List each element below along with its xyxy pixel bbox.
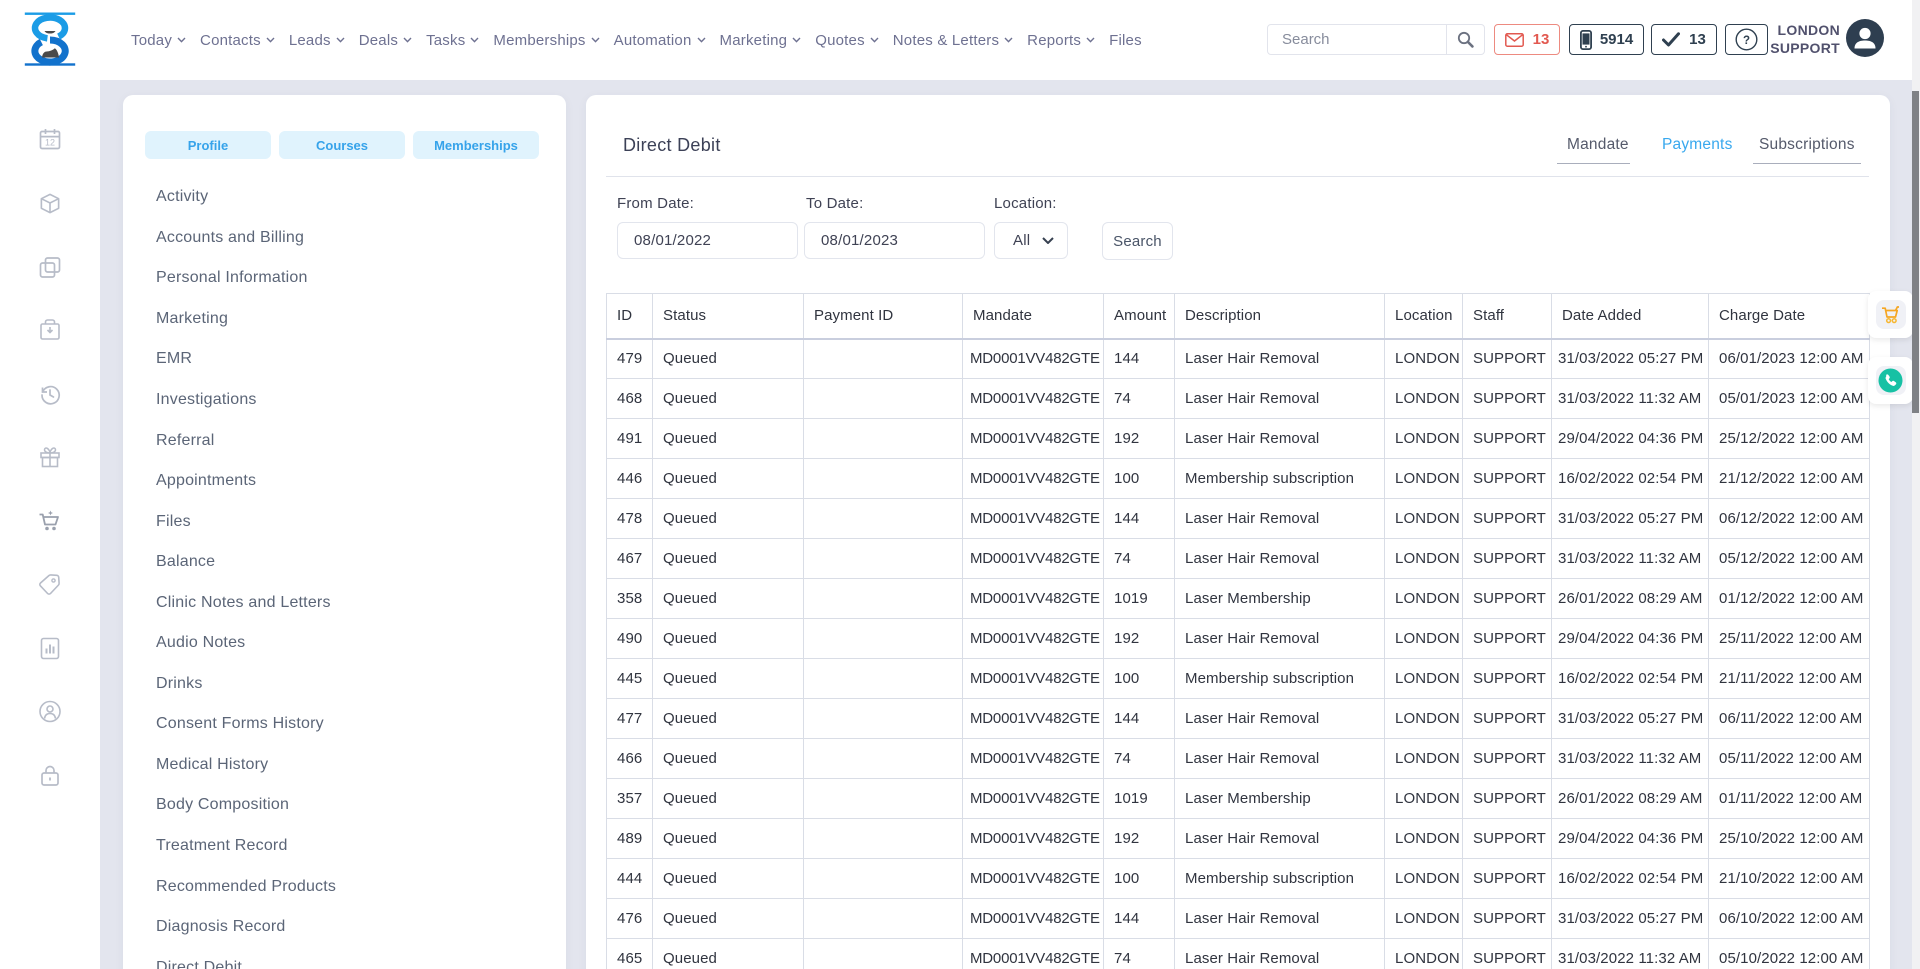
svg-text:12: 12	[45, 138, 55, 148]
